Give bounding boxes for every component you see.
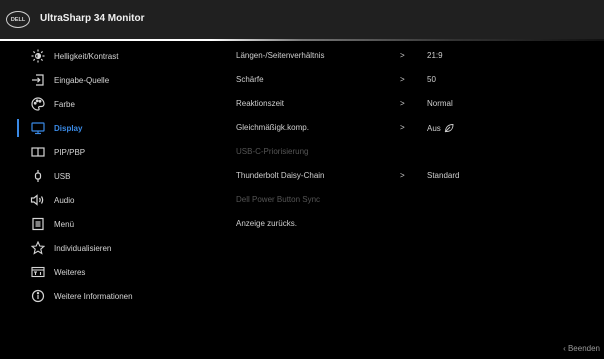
pip-pbp-icon [30,144,46,160]
sidebar-item-brightness-contrast[interactable]: Helligkeit/Kontrast [0,44,215,68]
setting-label: Dell Power Button Sync [236,195,321,204]
chevron-right-icon: > [400,123,405,132]
setting-response-time[interactable]: Reaktionszeit > Normal [220,92,604,116]
setting-aspect-ratio[interactable]: Längen-/Seitenverhältnis > 21:9 [220,44,604,68]
exit-button[interactable]: ‹ Beenden [563,344,600,353]
star-icon [30,240,46,256]
leaf-icon [444,124,454,133]
setting-label: Anzeige zurücks. [236,219,297,228]
setting-value: Aus [427,124,441,133]
chevron-right-icon: > [400,99,405,108]
setting-label: Gleichmäßigk.komp. [236,123,309,132]
chevron-right-icon: > [400,51,405,60]
sidebar-item-pip-pbp[interactable]: PIP/PBP [0,140,215,164]
setting-display-reset[interactable]: Anzeige zurücks. [220,212,604,236]
setting-label: Längen-/Seitenverhältnis [236,51,325,60]
color-palette-icon [30,96,46,112]
header-divider [0,39,604,41]
setting-label: USB-C-Priorisierung [236,147,309,156]
setting-power-button-sync: Dell Power Button Sync [220,188,604,212]
sidebar-item-color[interactable]: Farbe [0,92,215,116]
others-icon [30,264,46,280]
sidebar-item-display[interactable]: Display [0,116,215,140]
setting-value: Standard [427,171,460,180]
sidebar-item-label: Menü [54,219,75,229]
sidebar-item-label: Farbe [54,99,75,109]
sidebar-item-personalize[interactable]: Individualisieren [0,236,215,260]
brightness-icon [30,48,46,64]
info-icon [30,288,46,304]
sidebar-item-menu[interactable]: Menü [0,212,215,236]
setting-label: Reaktionszeit [236,99,285,108]
sidebar-item-label: Weitere Informationen [54,291,133,301]
setting-label: Schärfe [236,75,264,84]
display-icon [30,120,46,136]
setting-thunderbolt-daisy-chain[interactable]: Thunderbolt Daisy-Chain > Standard [220,164,604,188]
setting-value: 50 [427,75,436,84]
sidebar-item-input-source[interactable]: Eingabe-Quelle [0,68,215,92]
setting-value-wrap: Aus [427,123,454,133]
setting-value: Normal [427,99,453,108]
input-source-icon [30,72,46,88]
setting-uniformity-compensation[interactable]: Gleichmäßigk.komp. > Aus [220,116,604,140]
setting-value: 21:9 [427,51,443,60]
chevron-right-icon: > [400,75,405,84]
sidebar-item-label: USB [54,171,71,181]
sidebar-item-label: Individualisieren [54,243,112,253]
sidebar-item-others[interactable]: Weiteres [0,260,215,284]
setting-sharpness[interactable]: Schärfe > 50 [220,68,604,92]
sidebar-item-label: Display [54,123,83,133]
exit-label: Beenden [567,344,600,353]
sidebar-item-label: PIP/PBP [54,147,86,157]
sidebar-item-more-info[interactable]: Weitere Informationen [0,284,215,308]
sidebar-item-usb[interactable]: USB [0,164,215,188]
sidebar-item-audio[interactable]: Audio [0,188,215,212]
sidebar-item-label: Eingabe-Quelle [54,75,110,85]
chevron-right-icon: > [400,171,405,180]
osd-header: DELL UltraSharp 34 Monitor [0,0,604,39]
active-indicator [17,119,19,137]
sidebar-item-label: Helligkeit/Kontrast [54,51,119,61]
monitor-title: UltraSharp 34 Monitor [40,13,145,24]
menu-icon [30,216,46,232]
chevron-left-icon: ‹ [563,344,566,353]
setting-label: Thunderbolt Daisy-Chain [236,171,325,180]
dell-logo: DELL [6,11,30,28]
audio-icon [30,192,46,208]
usb-icon [30,168,46,184]
sidebar-item-label: Audio [54,195,75,205]
sidebar-item-label: Weiteres [54,267,86,277]
setting-usb-c-prioritization: USB-C-Priorisierung [220,140,604,164]
